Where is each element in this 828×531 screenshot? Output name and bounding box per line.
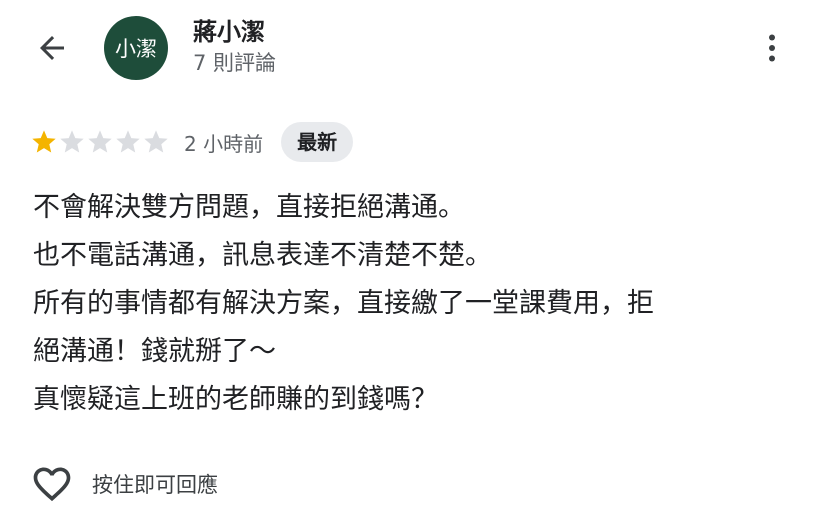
review-text-line: 不會解決雙方問題，直接拒絕溝通。 — [33, 192, 465, 223]
reviewer-review-count: 7 則評論 — [193, 51, 277, 75]
review-text-line: 真懷疑這上班的老師賺的到錢嗎？ — [33, 384, 438, 415]
star-empty-icon — [60, 130, 84, 153]
more-options-button[interactable] — [752, 26, 792, 70]
star-filled-icon — [32, 130, 56, 153]
newest-badge: 最新 — [281, 122, 354, 162]
review-text-line: 絕溝通！錢就掰了～ — [33, 336, 276, 367]
review-time: 2 小時前 — [184, 131, 264, 156]
react-label: 按住即可回應 — [92, 473, 218, 497]
avatar[interactable]: 小潔 — [104, 16, 168, 80]
arrow-left-icon — [40, 36, 64, 60]
star-rating — [30, 128, 170, 156]
star-empty-icon — [116, 130, 140, 153]
heart-outline-icon — [33, 467, 71, 502]
review-text-line: 也不電話溝通，訊息表達不清楚不楚。 — [33, 240, 492, 271]
review-detail-page: 小潔 蔣小潔 7 則評論 2 小時前 最新 不會解決雙方問題，直接拒絕溝通。 也不… — [0, 0, 828, 531]
more-vertical-icon — [769, 34, 775, 62]
reviewer-name[interactable]: 蔣小潔 — [193, 16, 265, 48]
star-empty-icon — [144, 130, 168, 153]
review-text: 不會解決雙方問題，直接拒絕溝通。 也不電話溝通，訊息表達不清楚不楚。所有的事情都有… — [33, 184, 803, 424]
star-empty-icon — [88, 130, 112, 153]
rating-row: 2 小時前 最新 — [30, 122, 354, 162]
avatar-text: 小潔 — [115, 37, 157, 61]
react-button[interactable]: 按住即可回應 — [30, 462, 218, 506]
review-text-line: 所有的事情都有解決方案，直接繳了一堂課費用，拒 — [33, 288, 654, 319]
back-button[interactable] — [30, 28, 74, 68]
